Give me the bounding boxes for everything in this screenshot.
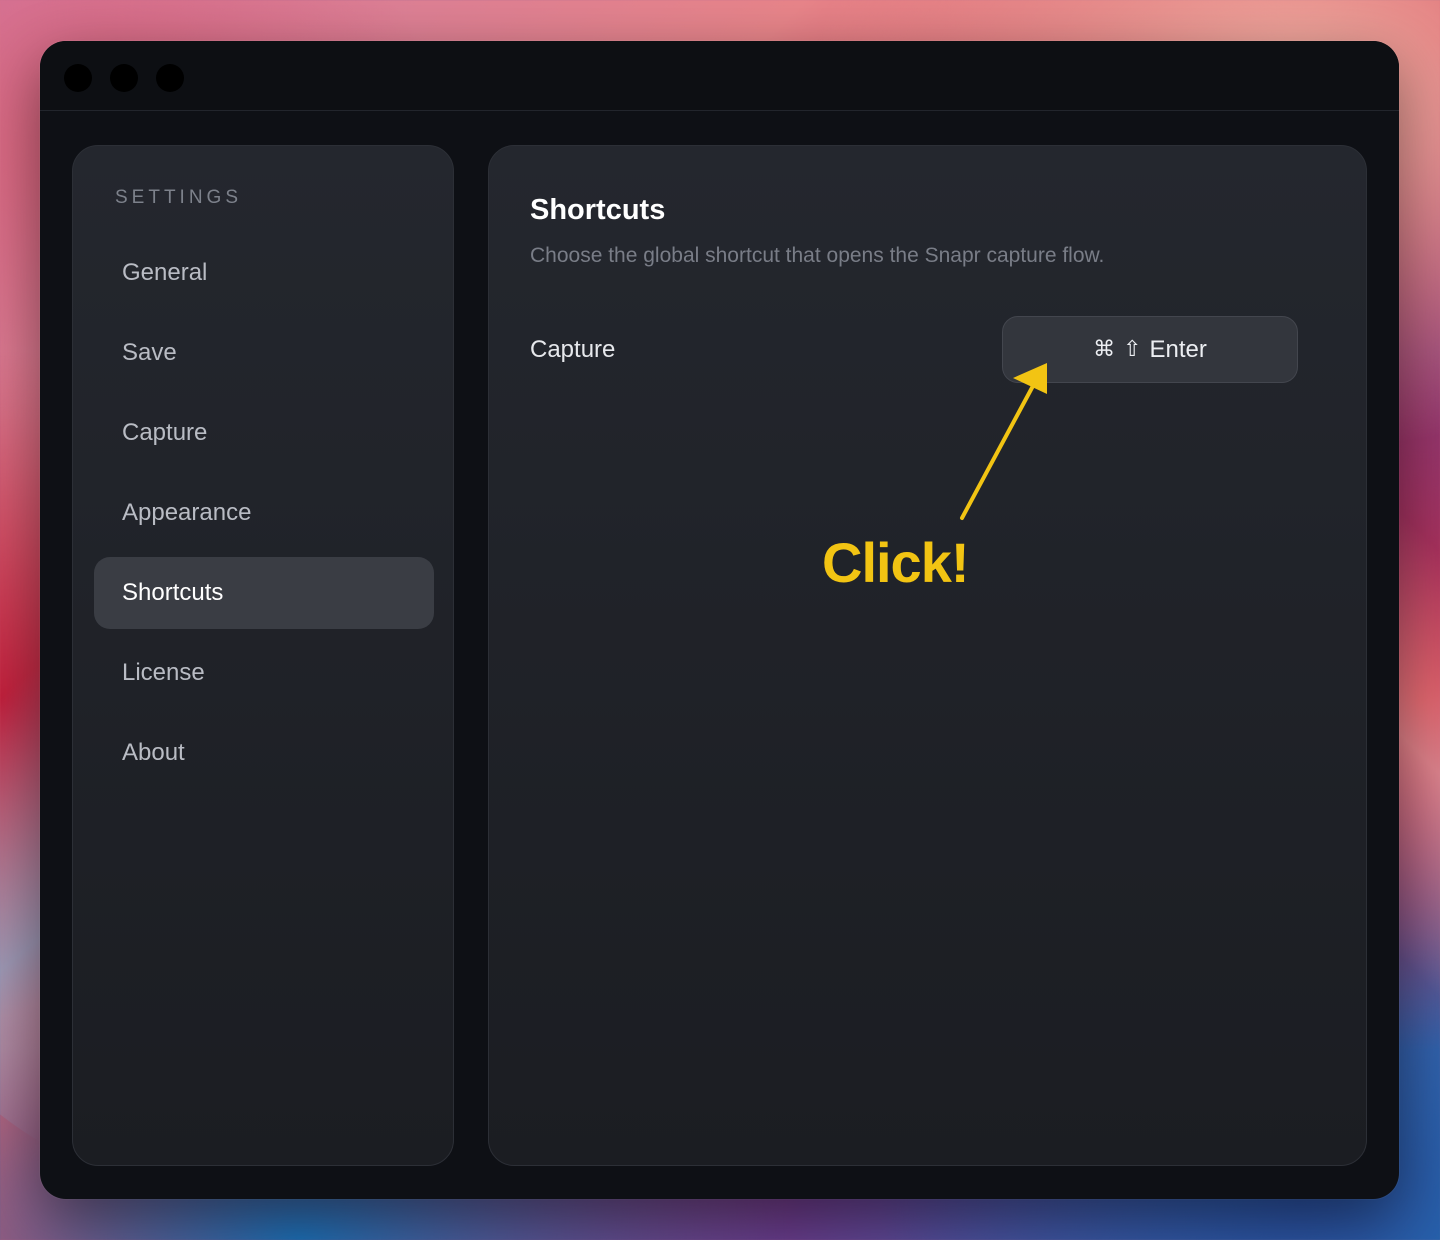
zoom-window-button[interactable] — [156, 64, 184, 92]
sidebar-item-about[interactable]: About — [94, 717, 434, 789]
shift-key-icon: ⇧ — [1123, 337, 1142, 362]
close-window-button[interactable] — [64, 64, 92, 92]
click-annotation-label: Click! — [822, 531, 969, 594]
sidebar-item-capture[interactable]: Capture — [94, 397, 434, 469]
sidebar-item-appearance[interactable]: Appearance — [94, 477, 434, 549]
sidebar-item-label: Appearance — [122, 499, 252, 526]
page-title: Shortcuts — [530, 194, 666, 226]
shortcuts-panel: Shortcuts Choose the global shortcut tha… — [488, 145, 1367, 1166]
sidebar-item-label: About — [122, 739, 185, 766]
capture-shortcut-label: Capture — [530, 336, 616, 363]
sidebar-item-label: Save — [122, 339, 177, 366]
title-bar — [40, 41, 1399, 111]
page-subtitle: Choose the global shortcut that opens th… — [530, 244, 1105, 267]
sidebar-item-label: Shortcuts — [122, 579, 224, 606]
capture-shortcut-recorder-button[interactable]: ⌘ ⇧ Enter — [1002, 316, 1298, 383]
sidebar-item-label: General — [122, 259, 208, 286]
sidebar-item-label: Capture — [122, 419, 208, 446]
sidebar-item-shortcuts[interactable]: Shortcuts — [94, 557, 434, 629]
settings-window: SETTINGS General Save Capture Appearance… — [40, 41, 1399, 1199]
sidebar-heading: SETTINGS — [115, 187, 243, 208]
sidebar-item-save[interactable]: Save — [94, 317, 434, 389]
sidebar-item-license[interactable]: License — [94, 637, 434, 709]
shortcut-key-label: Enter — [1149, 335, 1207, 363]
minimize-window-button[interactable] — [110, 64, 138, 92]
sidebar-item-label: License — [122, 659, 205, 686]
settings-sidebar: SETTINGS General Save Capture Appearance… — [72, 145, 454, 1166]
sidebar-item-general[interactable]: General — [94, 237, 434, 309]
command-key-icon: ⌘ — [1093, 337, 1116, 362]
